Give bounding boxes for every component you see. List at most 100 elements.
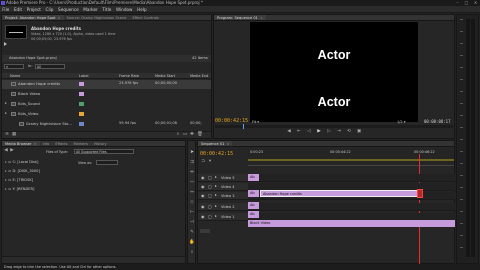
list-view-icon[interactable]: ≡ [4,132,10,138]
work-area-bar[interactable] [248,159,454,161]
expand-icon[interactable]: ▸ [5,160,7,164]
lock-icon[interactable]: ▢ [208,204,212,209]
eye-icon[interactable]: ◉ [201,204,205,209]
zoom-tool-icon[interactable]: ⌕ [189,250,195,256]
project-row[interactable]: ▸ Kids_Sound [2,100,211,109]
expand-track-icon[interactable]: ▸ [215,184,217,188]
eye-icon[interactable]: ◉ [201,214,205,219]
program-scrub-bar[interactable] [215,124,453,129]
loop-icon[interactable]: ⟲ [346,129,352,135]
trim-handle[interactable] [417,189,423,198]
lock-icon[interactable]: ▢ [208,175,212,180]
slide-tool-icon[interactable]: ⊣ [189,220,195,226]
program-video-frame[interactable]: Actor Actor [250,22,418,122]
new-item-icon[interactable]: ✚ [189,132,195,138]
go-in-icon[interactable]: ⇤ [296,129,302,135]
tab-effects[interactable]: Effects [52,141,70,146]
drive-item[interactable]: ▸ ▭ E: [TRIDSK] [5,178,33,182]
menu-file[interactable]: File [0,6,12,13]
eye-icon[interactable]: ◉ [201,184,205,189]
menu-help[interactable]: Help [135,6,149,13]
slip-tool-icon[interactable]: ⊢ [189,210,195,216]
track-select-tool-icon[interactable]: ⇉ [189,160,195,166]
zoom-fit-dropdown[interactable]: Fit ▾ [252,120,259,124]
lock-icon[interactable]: ▢ [208,193,212,198]
col-frame-rate[interactable]: Frame Rate [119,73,139,79]
rolling-edit-tool-icon[interactable]: ⇿ [189,180,195,186]
menu-marker[interactable]: Marker [81,6,100,13]
drive-item[interactable]: ▸ ▭ Y: [RENDER] [5,187,34,191]
delete-icon[interactable]: 🗑 [197,132,203,138]
resolution-dropdown[interactable]: 1/2 ▾ [397,120,406,124]
tab-history[interactable]: History [91,141,110,146]
disclosure-triangle-icon[interactable]: ▸ [5,111,7,115]
eye-icon[interactable]: ◉ [201,193,205,198]
col-media-end[interactable]: Media End [190,73,208,79]
pen-tool-icon[interactable]: ✎ [189,230,195,236]
time-ruler[interactable]: 0:00:23 00:00:44:22 00:00:46:22 [248,149,454,166]
new-bin-icon[interactable]: ▭ [182,132,188,138]
clip-black-video[interactable]: Black Video [248,220,455,227]
eye-icon[interactable]: ◉ [201,175,205,180]
menu-sequence[interactable]: Sequence [56,6,81,13]
files-of-type-dropdown[interactable]: All Supported Files [74,149,134,154]
drive-item[interactable]: ▸ ▭ C: [Local Disk] [5,160,38,164]
clip-abandon-hope-credits[interactable]: Abandon Hope credits [260,190,422,197]
col-name[interactable]: Name [10,73,20,79]
step-forward-icon[interactable]: ▷ [326,129,332,135]
selection-tool-icon[interactable]: ➤ [189,150,195,156]
step-back-icon[interactable]: ◀ [286,129,292,135]
clip-ab-v2[interactable]: Ab [248,211,259,218]
expand-icon[interactable]: ▸ [5,187,7,191]
tab-media-browser[interactable]: Media Browser × [2,141,40,146]
expand-icon[interactable]: ▸ [5,169,7,173]
icon-view-icon[interactable]: ▦ [11,132,17,138]
project-search-input[interactable]: ⌕ [4,64,24,69]
timeline-timecode[interactable]: 00:00:42:15 [200,151,233,157]
search-bin-icon[interactable]: ⌕ [175,132,181,138]
play-thumbnail-icon[interactable] [4,42,8,46]
marker-icon[interactable]: ▾ [207,159,213,165]
track-header[interactable]: ◉ ▢ ▸ Video 5 [198,174,248,182]
go-out-icon[interactable]: ⇥ [336,129,342,135]
tab-sequence-01[interactable]: Sequence 01 × [198,141,233,146]
col-media-start[interactable]: Media Start [155,73,175,79]
tab-markers[interactable]: Markers [71,141,91,146]
tab-info[interactable]: Info [40,141,53,146]
project-row[interactable]: Abandon Hope credits 23.976 fps 00;00;00;0… [2,80,211,89]
hand-tool-icon[interactable]: ✋ [189,240,195,246]
play-icon[interactable]: ▶ [316,129,322,135]
menu-project[interactable]: Project [24,6,43,13]
track-header[interactable]: ◉ ▢ ▸ Video 2 [198,203,248,211]
track-lane[interactable] [248,174,455,182]
tab-project[interactable]: Project: Abandon Hope Spot × [2,15,64,20]
tab-effect-controls[interactable]: Effect Controls [129,15,161,20]
project-row[interactable]: Black Video [2,90,211,99]
track-header[interactable]: ◉ ▢ ▸ Video 4 [198,183,248,191]
expand-track-icon[interactable]: ▸ [215,193,217,197]
expand-track-icon[interactable]: ▸ [215,204,217,208]
menu-title[interactable]: Title [100,6,114,13]
clip-ab-v5[interactable]: Ab [248,174,259,181]
menu-clip[interactable]: Clip [43,6,56,13]
clip-ab-v4[interactable]: Ab [248,190,259,197]
lock-icon[interactable]: ▢ [208,184,212,189]
ripple-edit-tool-icon[interactable]: ⇹ [189,170,195,176]
track-header[interactable]: ◉ ▢ ▸ Video 3 [198,192,248,200]
expand-track-icon[interactable]: ▸ [215,175,217,179]
safe-margins-icon[interactable]: ▣ [356,129,362,135]
col-label[interactable]: Label [79,73,88,79]
expand-icon[interactable]: ▸ [5,178,7,182]
drive-item[interactable]: ▸ ▭ D: [DISK_3000] [5,169,40,173]
tab-program[interactable]: Program: Sequence 01 × [214,15,266,20]
disclosure-triangle-icon[interactable]: ▸ [5,101,7,105]
expand-track-icon[interactable]: ▸ [215,214,217,218]
playhead-marker[interactable] [243,124,244,129]
lock-icon[interactable]: ▢ [208,214,212,219]
in-dropdown[interactable]: All [35,64,65,69]
menu-edit[interactable]: Edit [12,6,25,13]
timeline-zoom-scroll[interactable] [200,229,210,233]
menu-window[interactable]: Window [114,6,135,13]
razor-tool-icon[interactable]: ◇ [189,200,195,206]
project-row[interactable]: Grainy Nightvision Sto... 59.94 fps 00;00;… [2,120,211,129]
